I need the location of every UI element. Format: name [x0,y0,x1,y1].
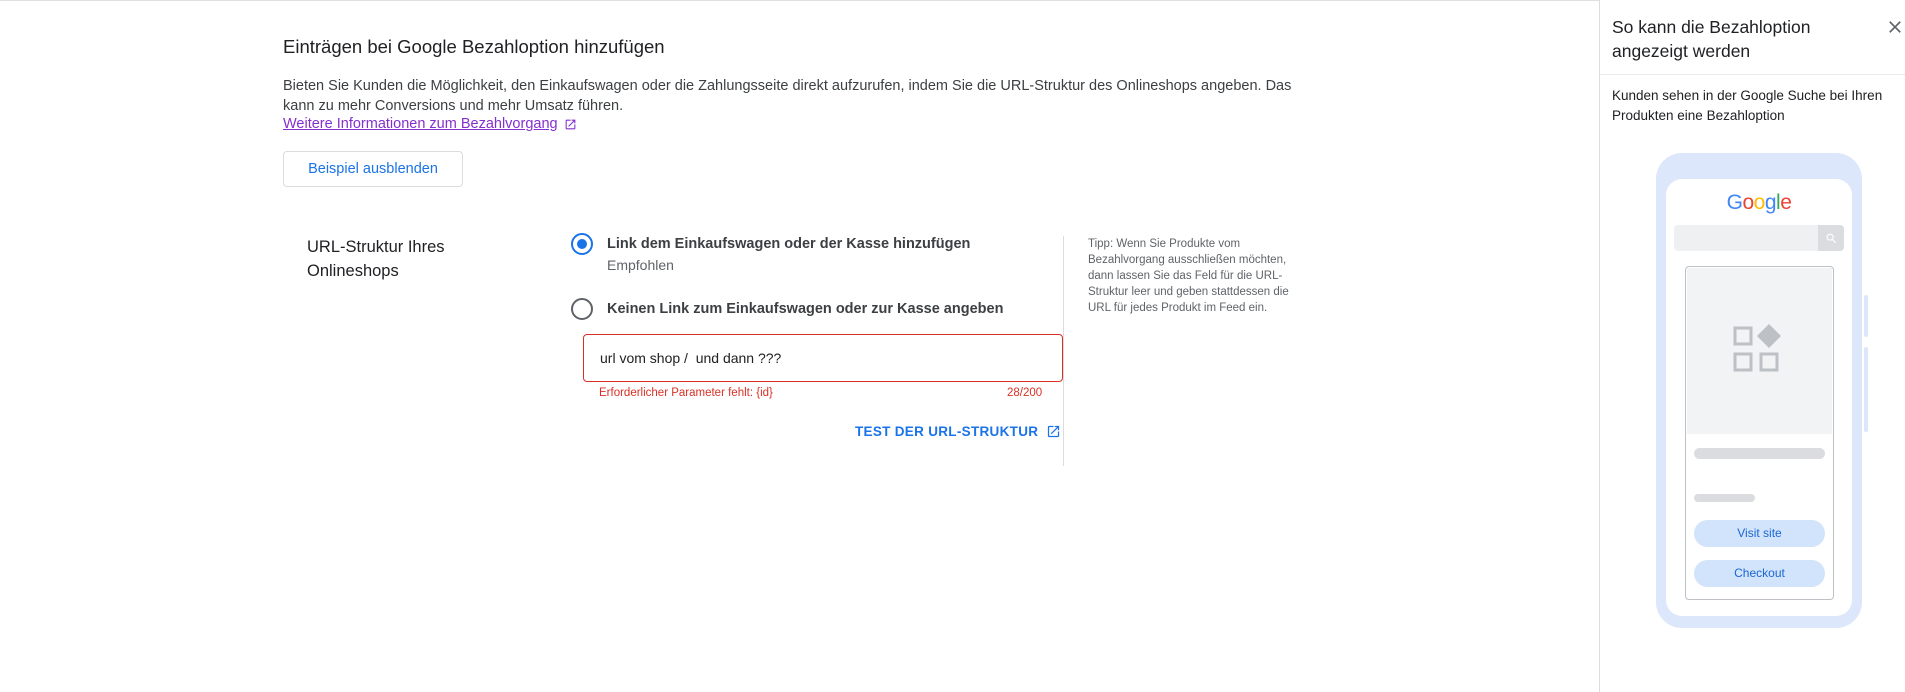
test-url-structure-label: TEST DER URL-STRUKTUR [855,424,1039,439]
product-image-placeholder [1687,268,1832,434]
product-title-placeholder [1694,448,1825,459]
google-logo-letter: o [1742,191,1754,214]
preview-panel: So kann die Bezahloption angezeigt werde… [1599,0,1905,692]
phone-preview: Google Visit site Checkout [1656,153,1862,628]
url-structure-label: URL-Struktur Ihres Onlineshops [307,238,445,280]
radio-no-cart-link[interactable] [571,298,593,320]
url-structure-input[interactable] [583,334,1063,382]
page-title: Einträgen bei Google Bezahloption hinzuf… [283,36,665,57]
preview-search-bar [1674,225,1844,251]
tip-text: Tipp: Wenn Sie Produkte vom Bezahlvorgan… [1088,238,1289,314]
google-logo-letter: e [1780,191,1792,214]
error-message: Erforderlicher Parameter fehlt: {id} [599,387,773,399]
test-url-structure-link[interactable]: TEST DER URL-STRUKTUR [855,424,1061,439]
external-link-icon [565,119,575,129]
radio-add-cart-link[interactable] [571,233,593,255]
option-no-cart-link-label: Keinen Link zum Einkaufswagen oder zur K… [607,301,1004,317]
page-description: Bieten Sie Kunden die Möglichkeit, den E… [283,78,1292,114]
product-card: Visit site Checkout [1685,266,1834,600]
more-info-link-label: Weitere Informationen zum Bezahlvorgang [283,116,558,132]
google-logo-letter: g [1764,191,1777,214]
hide-example-button[interactable]: Beispiel ausblenden [283,151,463,187]
more-info-link[interactable]: Weitere Informationen zum Bezahlvorgang [283,116,577,132]
checkout-button[interactable]: Checkout [1694,560,1825,587]
visit-site-button[interactable]: Visit site [1694,520,1825,547]
panel-divider [1600,74,1905,75]
option-recommended-label: Empfohlen [607,257,674,273]
scrollbar-thumb[interactable] [1864,347,1868,432]
main-content: Einträgen bei Google Bezahloption hinzuf… [0,0,1600,692]
char-counter: 28/200 [1007,387,1043,399]
panel-title: So kann die Bezahloption angezeigt werde… [1612,17,1811,61]
option-add-cart-link-label: Link dem Einkaufswagen oder der Kasse hi… [607,236,971,252]
google-logo: Google [1666,191,1852,215]
tip-divider [1063,236,1064,466]
product-price-placeholder [1694,494,1755,502]
scrollbar-track[interactable] [1864,295,1868,337]
close-icon[interactable] [1885,17,1905,37]
google-logo-letter: o [1753,191,1766,214]
category-placeholder-icon [1733,324,1781,372]
preview-search-button [1818,225,1844,251]
search-icon [1826,233,1836,243]
external-link-icon [1048,425,1060,438]
top-divider [0,0,1600,3]
panel-description: Kunden sehen in der Google Suche bei Ihr… [1612,88,1883,123]
phone-screen: Google Visit site Checkout [1666,179,1852,616]
google-logo-letter: G [1726,191,1743,214]
